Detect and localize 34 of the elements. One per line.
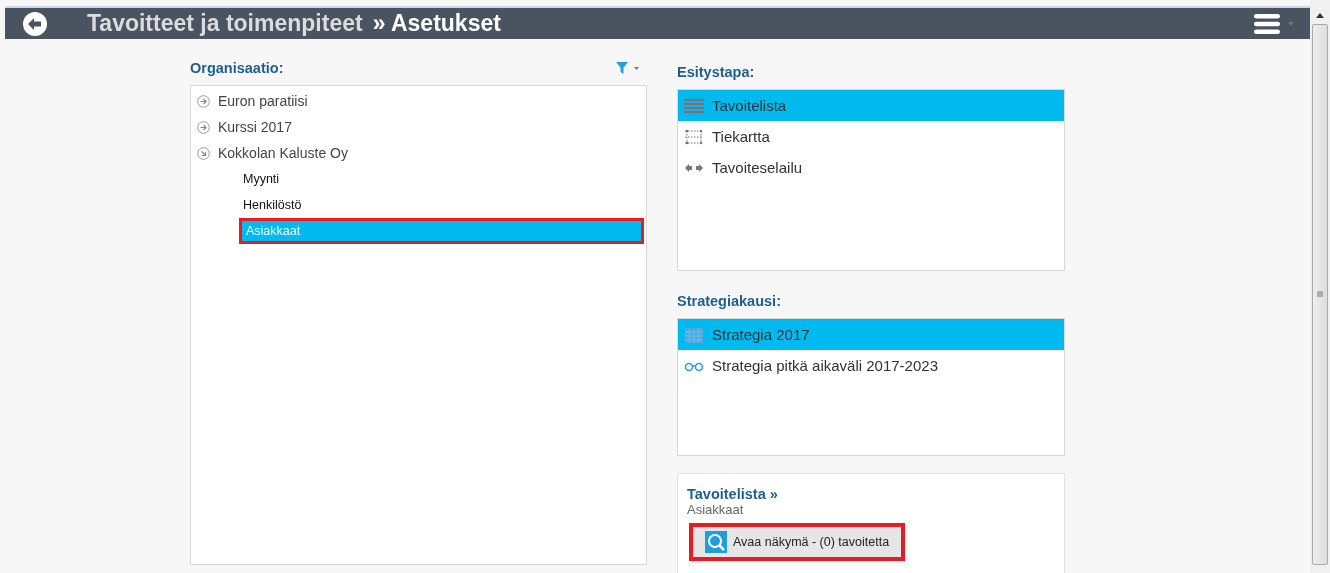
tree-item[interactable]: Kurssi 2017: [191, 114, 646, 140]
list-icon: [684, 97, 704, 114]
summary-title[interactable]: Tavoitelista »: [687, 486, 1055, 502]
section-label: Esitystapa:: [677, 64, 755, 80]
caret-icon: [1288, 21, 1294, 26]
scrollbar[interactable]: [1310, 0, 1330, 573]
section-label: Organisaatio:: [190, 60, 284, 76]
grid-icon: [684, 128, 704, 145]
breadcrumb-current: » Asetukset: [372, 10, 501, 37]
back-icon[interactable]: [23, 11, 47, 36]
caret-icon[interactable]: [634, 66, 639, 70]
list-option[interactable]: Tavoiteselailu: [678, 152, 1064, 183]
collapse-icon[interactable]: [197, 146, 210, 160]
list-option[interactable]: Strategia pitkä aikaväli 2017-2023: [678, 350, 1064, 381]
section-label: Strategiakausi:: [677, 293, 781, 309]
page-title: Tavoitteet ja toimenpiteet: [87, 10, 363, 37]
summary-subtitle: Asiakkaat: [687, 502, 745, 517]
tree-item[interactable]: Kokkolan Kaluste Oy: [191, 140, 646, 166]
expand-icon[interactable]: [197, 120, 210, 134]
calendar-icon: [684, 326, 704, 343]
grip-icon: [1317, 291, 1323, 298]
list-option[interactable]: Strategia 2017: [678, 319, 1064, 350]
tree-item[interactable]: Henkilöstö: [239, 192, 644, 218]
filter-icon[interactable]: [616, 62, 628, 74]
open-view-button[interactable]: Avaa näkymä - (0) tavoitetta: [689, 523, 906, 561]
scrollbar-thumb[interactable]: [1312, 24, 1328, 565]
scroll-up-icon[interactable]: [1316, 13, 1324, 18]
expand-icon[interactable]: [197, 94, 210, 108]
tree-item[interactable]: Euron paratiisi: [191, 88, 646, 114]
list-option[interactable]: Tavoitelista: [678, 90, 1064, 121]
search-icon: [705, 531, 727, 553]
menu-icon[interactable]: [1254, 13, 1280, 34]
tree-item[interactable]: Myynti: [239, 166, 644, 192]
list-option[interactable]: Tiekartta: [678, 121, 1064, 152]
